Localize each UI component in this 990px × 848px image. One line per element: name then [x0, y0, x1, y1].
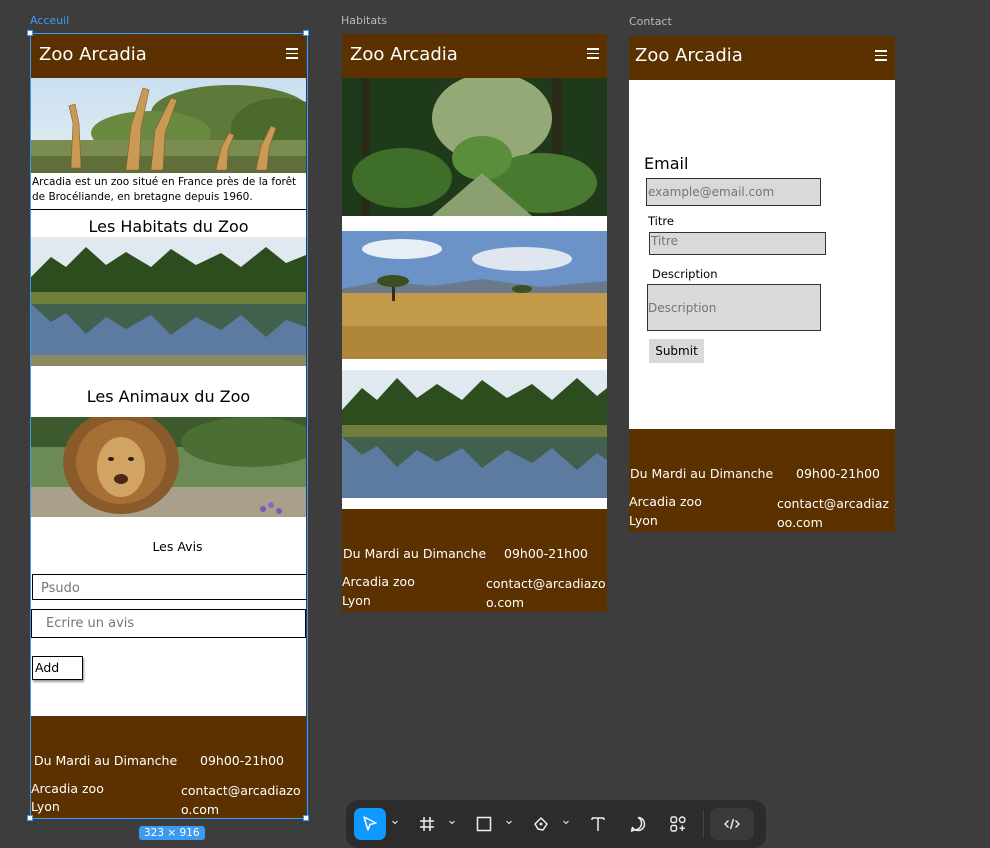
toolbar-divider: [703, 810, 704, 838]
size-badge: 323 × 916: [139, 826, 205, 840]
footer-days: Du Mardi au Dimanche: [34, 753, 178, 768]
footer-days: Du Mardi au Dimanche: [343, 546, 487, 561]
footer: Du Mardi au Dimanche 09h00-21h00 Arcadia…: [629, 429, 895, 532]
resize-handle-br[interactable]: [303, 815, 309, 821]
footer-email[interactable]: contact@arcadiazoo.com: [486, 574, 607, 612]
pen-tool-button[interactable]: [525, 808, 557, 840]
savanna-habitat-photo[interactable]: [342, 231, 607, 359]
brand-title: Zoo Arcadia: [350, 44, 458, 65]
header-bar: Zoo Arcadia: [31, 34, 306, 78]
shape-tool-button[interactable]: [468, 808, 500, 840]
title-label: Titre: [648, 214, 674, 228]
move-tool-button[interactable]: [354, 808, 386, 840]
hamburger-menu-icon[interactable]: [587, 48, 599, 59]
components-icon: [670, 816, 686, 832]
submit-button[interactable]: Submit: [649, 339, 704, 363]
frame-tool-button[interactable]: [411, 808, 443, 840]
footer-hours: 09h00-21h00: [504, 546, 588, 561]
frame-habitats[interactable]: Zoo Arcadia Du Mardi au Dimanche 09h00-2: [342, 34, 607, 612]
brand-title: Zoo Arcadia: [635, 45, 743, 66]
header-bar: Zoo Arcadia: [629, 36, 895, 80]
giraffe-photo: [31, 78, 306, 173]
title-field[interactable]: [649, 232, 826, 255]
footer-city: Lyon: [629, 513, 658, 528]
footer-email[interactable]: contact@arcadiazoo.com: [777, 494, 895, 532]
footer: Du Mardi au Dimanche 09h00-21h00 Arcadia…: [31, 716, 306, 818]
header-bar: Zoo Arcadia: [342, 34, 607, 78]
habitat-lake-photo[interactable]: [31, 237, 306, 366]
rectangle-icon: [476, 816, 492, 832]
chevron-down-icon[interactable]: [448, 818, 456, 826]
pen-icon: [534, 817, 548, 831]
text-tool-button[interactable]: [582, 808, 614, 840]
footer-email[interactable]: contact@arcadiazoo.com: [181, 781, 306, 818]
footer-org: Arcadia zoo: [31, 781, 104, 796]
components-tool-button[interactable]: [662, 808, 694, 840]
frame-label-accueil[interactable]: Acceuil: [30, 14, 69, 27]
comment-tool-button[interactable]: [622, 808, 654, 840]
frame-label-contact[interactable]: Contact: [629, 15, 672, 28]
lion-photo[interactable]: [31, 417, 306, 517]
hamburger-menu-icon[interactable]: [875, 50, 887, 61]
chevron-down-icon[interactable]: [391, 818, 399, 826]
footer-days: Du Mardi au Dimanche: [630, 466, 774, 481]
brand-title: Zoo Arcadia: [39, 44, 147, 65]
divider: [31, 209, 306, 210]
email-field[interactable]: [646, 178, 821, 206]
footer-city: Lyon: [31, 799, 60, 814]
chevron-down-icon[interactable]: [505, 818, 513, 826]
review-input[interactable]: [31, 609, 306, 638]
add-review-button[interactable]: Add: [32, 656, 83, 680]
reviews-section-title: Les Avis: [152, 539, 203, 554]
footer-hours: 09h00-21h00: [796, 466, 880, 481]
lake-habitat-photo[interactable]: [342, 370, 607, 498]
comment-icon: [630, 816, 646, 832]
move-icon: [363, 816, 377, 831]
footer-hours: 09h00-21h00: [200, 753, 284, 768]
email-label: Email: [644, 154, 689, 173]
description-label: Description: [652, 267, 718, 281]
text-icon: [591, 817, 605, 831]
description-field[interactable]: [647, 284, 821, 331]
hamburger-menu-icon[interactable]: [286, 48, 298, 59]
frame-label-habitats[interactable]: Habitats: [341, 14, 387, 27]
frame-accueil[interactable]: Zoo Arcadia Arcadia est un zoo situé en …: [31, 34, 306, 818]
animals-section-title: Les Animaux du Zoo: [86, 387, 251, 406]
jungle-habitat-photo[interactable]: [342, 78, 607, 216]
dev-mode-icon: [724, 818, 740, 830]
pseudo-input[interactable]: [32, 574, 306, 600]
habitats-section-title: Les Habitats du Zoo: [88, 217, 249, 236]
footer: Du Mardi au Dimanche 09h00-21h00 Arcadia…: [342, 509, 607, 612]
resize-handle-bl[interactable]: [27, 815, 33, 821]
intro-text: Arcadia est un zoo situé en France près …: [32, 176, 297, 203]
bottom-toolbar: [346, 800, 766, 848]
footer-org: Arcadia zoo: [629, 494, 702, 509]
chevron-down-icon[interactable]: [562, 818, 570, 826]
frame-contact[interactable]: Zoo Arcadia Email Titre Description Subm…: [629, 36, 895, 532]
resize-handle-tl[interactable]: [27, 30, 33, 36]
resize-handle-tr[interactable]: [303, 30, 309, 36]
footer-city: Lyon: [342, 593, 371, 608]
footer-org: Arcadia zoo: [342, 574, 415, 589]
dev-mode-toggle[interactable]: [710, 808, 754, 840]
frame-icon: [420, 817, 434, 831]
